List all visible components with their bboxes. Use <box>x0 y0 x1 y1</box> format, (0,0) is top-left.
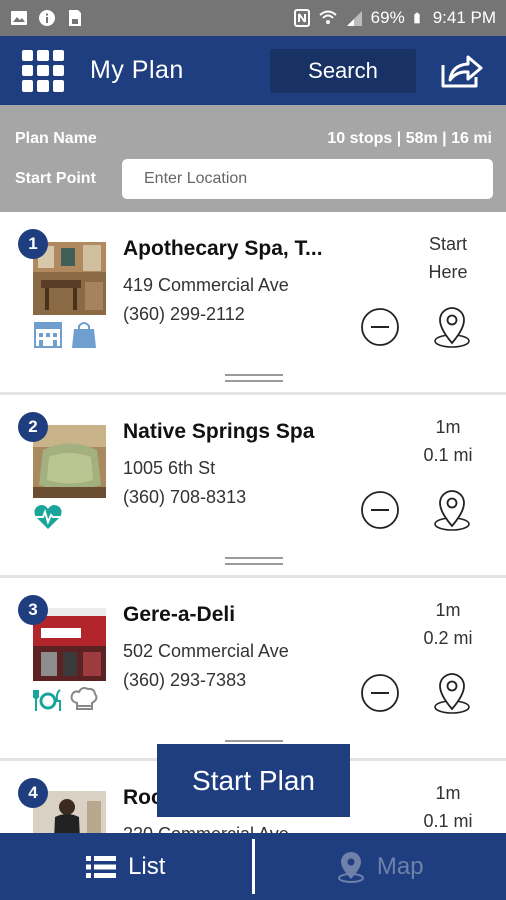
dining-icon <box>33 689 61 711</box>
distance-line-2: 0.2 mi <box>423 628 473 648</box>
stop-address: 220 Commercial Ave <box>123 824 289 833</box>
stop-distance: 1m 0.2 mi <box>405 596 491 652</box>
plan-header: Plan Name 10 stops | 58m | 16 mi Start P… <box>0 105 506 212</box>
stop-phone[interactable]: (360) 708-8313 <box>123 487 246 508</box>
tab-map-label: Map <box>376 852 424 880</box>
start-point-label: Start Point <box>15 170 96 187</box>
health-heart-icon <box>34 505 62 529</box>
stop-phone[interactable]: (360) 293-7383 <box>123 670 246 691</box>
chef-hat-icon <box>70 687 98 710</box>
clock: 9:41 PM <box>432 8 496 27</box>
tab-list[interactable]: List <box>0 833 252 900</box>
app-bar: My Plan Search <box>0 36 506 105</box>
stop-name[interactable]: Gere-a-Deli <box>123 603 348 627</box>
distance-line-2: 0.1 mi <box>423 811 473 831</box>
stop-number-badge: 3 <box>18 595 48 625</box>
document-notification-icon <box>69 10 81 26</box>
distance-line-1: 1m <box>435 417 461 437</box>
stop-list[interactable]: 1 Apothecary Spa, T... 419 Commercial Av… <box>0 212 506 833</box>
apps-grid-icon[interactable] <box>22 49 64 92</box>
stop-distance: Start Here <box>405 230 491 286</box>
tab-list-label: List <box>128 852 166 880</box>
stop-item[interactable]: 1 Apothecary Spa, T... 419 Commercial Av… <box>0 212 506 395</box>
stop-phone[interactable]: (360) 299-2112 <box>123 304 245 325</box>
shopping-bag-icon <box>72 322 96 348</box>
stop-name[interactable]: Apothecary Spa, T... <box>123 237 348 261</box>
distance-line-1: Start <box>428 234 467 254</box>
wifi-icon <box>318 10 337 24</box>
distance-line-2: 0.1 mi <box>423 445 473 465</box>
plan-stats: 10 stops | 58m | 16 mi <box>327 130 492 147</box>
search-button[interactable]: Search <box>270 48 416 93</box>
distance-line-1: 1m <box>435 600 461 620</box>
map-pin-icon[interactable] <box>432 488 472 532</box>
map-pin-icon[interactable] <box>432 671 472 715</box>
start-point-input[interactable] <box>122 159 493 199</box>
drag-handle[interactable] <box>225 374 283 382</box>
stop-address: 419 Commercial Ave <box>123 275 289 295</box>
share-icon[interactable] <box>438 51 484 91</box>
info-notification-icon <box>39 10 55 26</box>
bottom-nav: List Map <box>0 833 506 900</box>
page-title: My Plan <box>90 56 184 84</box>
remove-stop-icon[interactable] <box>360 307 400 347</box>
remove-stop-icon[interactable] <box>360 490 400 530</box>
stop-address: 502 Commercial Ave <box>123 641 289 661</box>
lodging-icon <box>34 322 62 348</box>
category-icons <box>33 685 99 715</box>
tab-map[interactable]: Map <box>255 833 506 900</box>
stop-item[interactable]: 2 Native Springs Spa 1005 6th St (360) 7… <box>0 395 506 578</box>
stop-address: 1005 6th St <box>123 458 216 478</box>
plan-name-label[interactable]: Plan Name <box>15 130 97 148</box>
stop-number-badge: 4 <box>18 778 48 808</box>
map-pin-icon[interactable] <box>432 305 472 349</box>
battery-percent: 69% <box>370 8 405 27</box>
distance-line-2: Here <box>428 262 468 282</box>
stop-name[interactable]: Native Springs Spa <box>123 420 348 444</box>
distance-line-1: 1m <box>435 783 461 803</box>
start-plan-button[interactable]: Start Plan <box>157 744 350 817</box>
category-icons <box>33 319 99 349</box>
list-icon <box>86 855 117 878</box>
drag-handle[interactable] <box>225 557 283 565</box>
stop-distance: 1m 0.1 mi <box>405 779 491 833</box>
category-icons <box>33 502 63 532</box>
nfc-icon <box>293 9 310 27</box>
stop-number-badge: 2 <box>18 412 48 442</box>
signal-icon <box>346 11 362 26</box>
stop-item[interactable]: 3 Gere-a-Deli 502 Commercial Ave (360) 2… <box>0 578 506 761</box>
status-bar: 69% 9:41 PM <box>0 0 506 36</box>
battery-icon <box>414 12 420 24</box>
remove-stop-icon[interactable] <box>360 673 400 713</box>
gallery-notification-icon <box>11 11 27 25</box>
stop-distance: 1m 0.1 mi <box>405 413 491 469</box>
stop-number-badge: 1 <box>18 229 48 259</box>
map-marker-icon <box>337 851 364 883</box>
